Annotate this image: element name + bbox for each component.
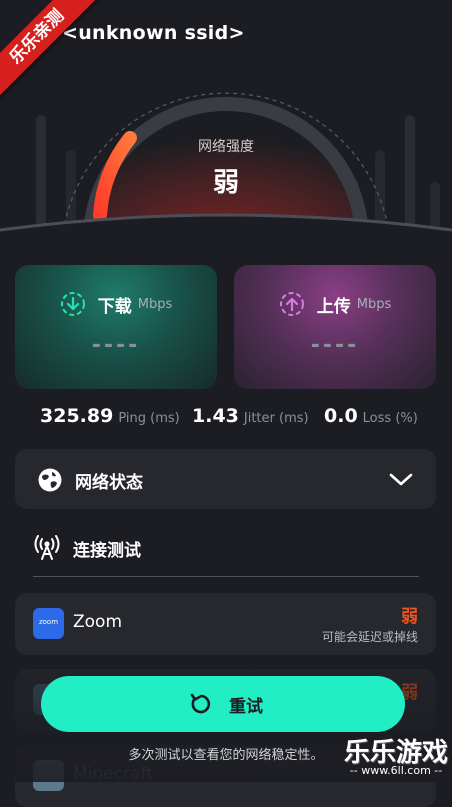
network-status-label: 网络状态 (75, 473, 143, 493)
refresh-icon (190, 693, 211, 714)
ping-value: 325.89 (40, 405, 114, 427)
connection-test-label: 连接测试 (73, 541, 141, 561)
antenna-icon (34, 535, 60, 560)
retry-button[interactable]: 重试 (41, 676, 405, 732)
connection-test-header: 连接测试 (33, 532, 419, 577)
zoom-app-icon: zoom (33, 608, 64, 639)
loss-label: Loss (%) (362, 411, 418, 426)
download-arrow-icon (60, 292, 85, 316)
retry-label: 重试 (229, 697, 263, 717)
upload-unit: Mbps (356, 296, 392, 312)
download-unit: Mbps (137, 296, 173, 312)
ping-stat: 325.89 Ping (ms) (40, 405, 180, 427)
network-status-row[interactable]: 网络状态 (15, 449, 436, 509)
chevron-down-icon[interactable] (388, 469, 414, 489)
upload-label: 上传 (316, 296, 351, 317)
upload-value: ---- (310, 333, 360, 358)
app-name: Zoom (73, 612, 123, 632)
site-watermark: 乐乐游戏 -- www.6ll.com -- (340, 730, 452, 782)
upload-card: 上传 Mbps ---- (234, 265, 436, 389)
watermark-url: -- www.6ll.com -- (349, 764, 443, 777)
gauge-title: 网络强度 (198, 139, 254, 155)
loss-stat: 0.0 Loss (%) (324, 405, 418, 427)
jitter-label: Jitter (ms) (243, 411, 309, 426)
download-value: ---- (91, 333, 141, 358)
upload-arrow-icon (279, 292, 304, 316)
ssid-title: <unknown ssid> (62, 22, 245, 44)
jitter-value: 1.43 (192, 405, 239, 427)
signal-gauge: 网络强度 弱 (0, 70, 452, 250)
ping-label: Ping (ms) (118, 411, 180, 426)
globe-icon (38, 468, 62, 492)
gauge-arc (0, 92, 452, 250)
download-card: 下载 Mbps ---- (15, 265, 217, 389)
jitter-stat: 1.43 Jitter (ms) (192, 405, 309, 427)
app-signal-level: 弱 (401, 607, 418, 627)
app-note: 可能会延迟或掉线 (321, 630, 418, 644)
download-label: 下载 (97, 296, 132, 317)
stats-row: 325.89 Ping (ms) 1.43 Jitter (ms) 0.0 Loss … (0, 405, 452, 431)
loss-value: 0.0 (324, 405, 358, 427)
app-name: Minecraft (73, 764, 153, 784)
minecraft-app-icon (33, 760, 64, 791)
app-row-zoom[interactable]: zoom Zoom 弱 可能会延迟或掉线 (15, 593, 436, 655)
gauge-value: 弱 (212, 168, 239, 198)
